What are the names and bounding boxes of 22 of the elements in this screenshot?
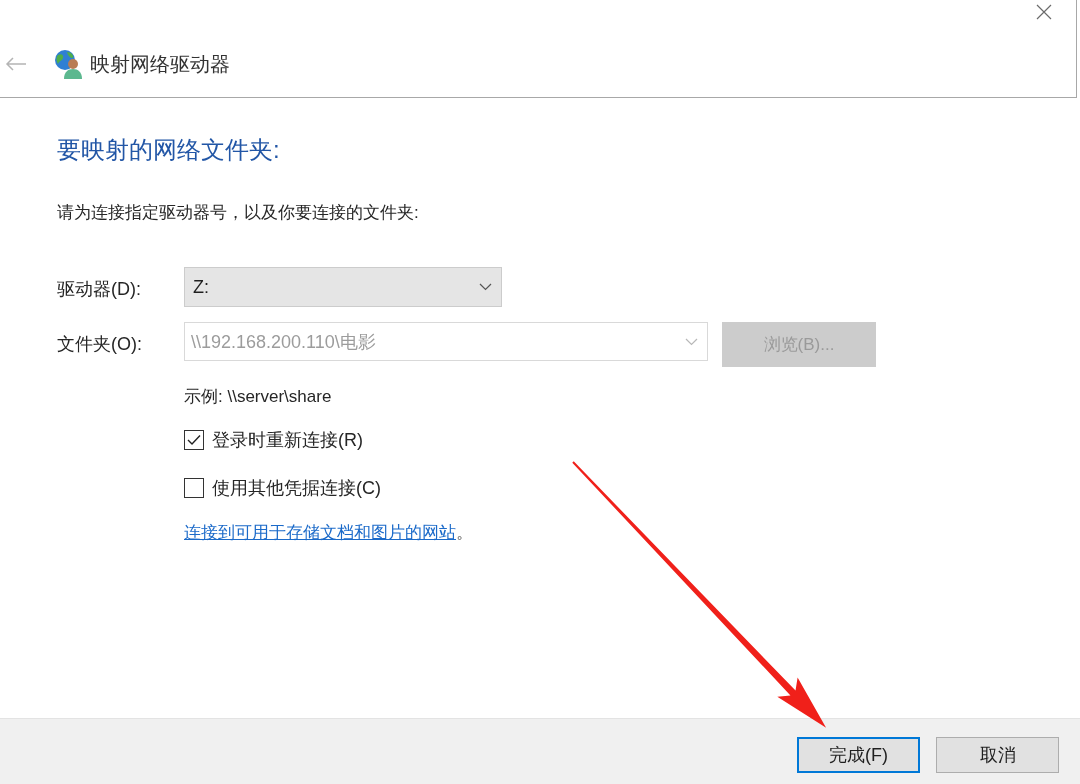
checkbox-label[interactable]: 使用其他凭据连接(C)	[212, 476, 381, 500]
close-icon	[1036, 4, 1052, 20]
checkbox[interactable]	[184, 478, 204, 498]
back-arrow-icon	[5, 57, 27, 71]
field-label: 文件夹(O):	[57, 332, 142, 356]
dialog-button[interactable]: 完成(F)	[797, 737, 920, 773]
checkbox-label[interactable]: 登录时重新连接(R)	[212, 428, 363, 452]
example-text: 示例: \\server\share	[184, 386, 332, 408]
window-title: 映射网络驱动器	[90, 52, 230, 77]
website-link[interactable]: 连接到可用于存储文档和图片的网站	[184, 523, 456, 542]
field-label: 驱动器(D):	[57, 277, 141, 301]
section-heading: 要映射的网络文件夹:	[57, 135, 280, 165]
dialog-button[interactable]: 取消	[936, 737, 1059, 773]
globe-user-icon	[54, 49, 82, 79]
chevron-down-icon	[685, 337, 698, 346]
chevron-down-icon	[479, 283, 492, 291]
checkbox[interactable]	[184, 430, 204, 450]
drive-dropdown[interactable]: Z:	[184, 267, 502, 307]
close-button[interactable]	[1036, 4, 1052, 20]
checkmark-icon	[187, 434, 201, 446]
link-sentence: 连接到可用于存储文档和图片的网站。	[184, 522, 473, 544]
instruction-text: 请为连接指定驱动器号，以及你要连接的文件夹:	[57, 202, 419, 224]
